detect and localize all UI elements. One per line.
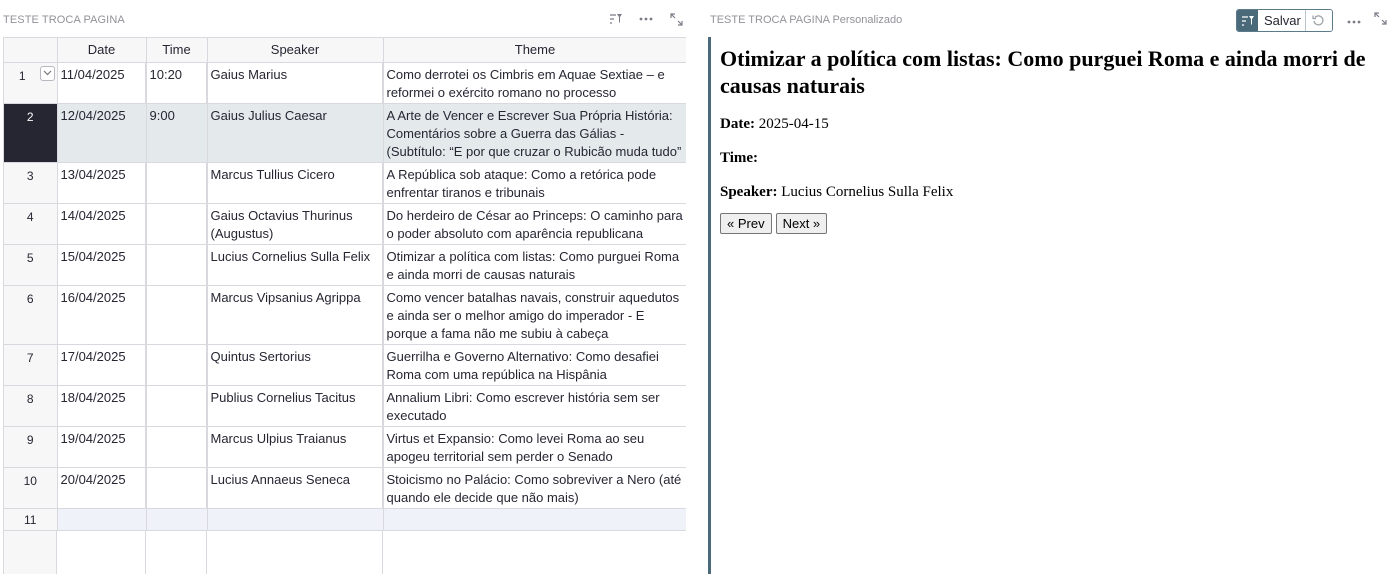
cell-theme[interactable]: Como derrotei os Cimbris em Aquae Sextia… bbox=[383, 62, 686, 104]
cell-date[interactable]: 17/04/2025 bbox=[57, 344, 147, 386]
next-button[interactable]: Next » bbox=[775, 213, 828, 234]
save-button[interactable]: Salvar bbox=[1258, 10, 1306, 31]
column-header-theme[interactable]: Theme bbox=[383, 38, 686, 63]
row-number[interactable]: 11 bbox=[4, 508, 58, 531]
cell-date[interactable]: 12/04/2025 bbox=[57, 103, 147, 163]
cell-time[interactable] bbox=[146, 426, 208, 468]
table-row[interactable]: 1 11/04/2025 10:20 Gaius Marius Como der… bbox=[4, 62, 686, 104]
filter-sort-icon[interactable] bbox=[1237, 10, 1258, 31]
save-button-group: Salvar bbox=[1236, 9, 1333, 32]
cell-speaker[interactable]: Gaius Julius Caesar bbox=[207, 103, 384, 163]
row-number[interactable]: 8 bbox=[4, 385, 58, 427]
cell-speaker[interactable]: Publius Cornelius Tacitus bbox=[207, 385, 384, 427]
cell-speaker[interactable]: Marcus Vipsanius Agrippa bbox=[207, 285, 384, 345]
row-number[interactable]: 7 bbox=[4, 344, 58, 386]
cell-time[interactable] bbox=[146, 244, 208, 286]
cell-time[interactable]: 10:20 bbox=[146, 62, 208, 104]
cell-speaker[interactable]: Quintus Sertorius bbox=[207, 344, 384, 386]
cell-theme[interactable]: A República sob ataque: Como a retórica … bbox=[383, 162, 686, 204]
table-row[interactable]: 4 14/04/2025 Gaius Octavius Thurinus (Au… bbox=[4, 203, 686, 245]
row-number[interactable]: 3 bbox=[4, 162, 58, 204]
cell-time[interactable] bbox=[146, 467, 208, 509]
cell-theme[interactable]: Do herdeiro de César ao Princeps: O cami… bbox=[383, 203, 686, 245]
table-row[interactable]: 5 15/04/2025 Lucius Cornelius Sulla Feli… bbox=[4, 244, 686, 286]
row-number[interactable]: 2 bbox=[4, 103, 58, 163]
new-cell[interactable] bbox=[146, 508, 208, 531]
record-heading: Otimizar a política com listas: Como pur… bbox=[720, 46, 1366, 98]
cell-theme[interactable]: A Arte de Vencer e Escrever Sua Própria … bbox=[383, 103, 686, 163]
corner-cell[interactable] bbox=[4, 38, 58, 63]
right-widget-title: TESTE TROCA PAGINA Personalizado bbox=[710, 14, 903, 26]
cell-date[interactable]: 16/04/2025 bbox=[57, 285, 147, 345]
data-grid: Date Time Speaker Theme 1 11/04/2025 10:… bbox=[3, 37, 686, 574]
table-row[interactable]: 2 12/04/2025 9:00 Gaius Julius Caesar A … bbox=[4, 103, 686, 163]
column-header-time[interactable]: Time bbox=[146, 38, 208, 63]
cell-date[interactable]: 11/04/2025 bbox=[57, 62, 147, 104]
left-widget-title: TESTE TROCA PAGINA bbox=[3, 14, 125, 26]
revert-icon[interactable] bbox=[1305, 10, 1332, 31]
cell-speaker[interactable]: Gaius Marius bbox=[207, 62, 384, 104]
cell-theme[interactable]: Virtus et Expansio: Como levei Roma ao s… bbox=[383, 426, 686, 468]
table-row[interactable]: 3 13/04/2025 Marcus Tullius Cicero A Rep… bbox=[4, 162, 686, 204]
cell-speaker[interactable]: Gaius Octavius Thurinus (Augustus) bbox=[207, 203, 384, 245]
cell-speaker[interactable]: Lucius Cornelius Sulla Felix bbox=[207, 244, 384, 286]
cell-speaker[interactable]: Marcus Ulpius Traianus bbox=[207, 426, 384, 468]
table-row[interactable]: 10 20/04/2025 Lucius Annaeus Seneca Stoi… bbox=[4, 467, 686, 509]
cell-time[interactable] bbox=[146, 203, 208, 245]
cell-time[interactable]: 9:00 bbox=[146, 103, 208, 163]
row-number[interactable]: 10 bbox=[4, 467, 58, 509]
row-number[interactable]: 9 bbox=[4, 426, 58, 468]
grid-header-row: Date Time Speaker Theme bbox=[4, 38, 686, 63]
cell-speaker[interactable]: Lucius Annaeus Seneca bbox=[207, 467, 384, 509]
row-number[interactable]: 4 bbox=[4, 203, 58, 245]
cell-date[interactable]: 13/04/2025 bbox=[57, 162, 147, 204]
column-header-speaker[interactable]: Speaker bbox=[207, 38, 384, 63]
speaker-field: Speaker: Lucius Cornelius Sulla Felix bbox=[720, 184, 954, 200]
cell-date[interactable]: 20/04/2025 bbox=[57, 467, 147, 509]
cell-date[interactable]: 15/04/2025 bbox=[57, 244, 147, 286]
cell-time[interactable] bbox=[146, 285, 208, 345]
table-row[interactable]: 6 16/04/2025 Marcus Vipsanius Agrippa Co… bbox=[4, 285, 686, 345]
custom-widget-frame: Otimizar a política com listas: Como pur… bbox=[708, 37, 1394, 574]
row-number[interactable]: 1 bbox=[4, 62, 58, 104]
more-options-icon[interactable] bbox=[638, 12, 654, 26]
table-row[interactable]: 8 18/04/2025 Publius Cornelius Tacitus A… bbox=[4, 385, 686, 427]
cell-date[interactable]: 14/04/2025 bbox=[57, 203, 147, 245]
new-row[interactable]: 11 bbox=[4, 508, 686, 531]
pagination: « Prev Next » bbox=[720, 213, 1385, 234]
date-field: Date: 2025-04-15 bbox=[720, 116, 829, 132]
left-widget: TESTE TROCA PAGINA Date Time Speaker The… bbox=[0, 0, 690, 574]
row-number[interactable]: 5 bbox=[4, 244, 58, 286]
right-widget: TESTE TROCA PAGINA Personalizado Salvar … bbox=[706, 0, 1396, 574]
cell-theme[interactable]: Guerrilha e Governo Alternativo: Como de… bbox=[383, 344, 686, 386]
cell-time[interactable] bbox=[146, 385, 208, 427]
row-number[interactable]: 6 bbox=[4, 285, 58, 345]
cell-time[interactable] bbox=[146, 344, 208, 386]
left-widget-header: TESTE TROCA PAGINA bbox=[0, 0, 690, 38]
cell-date[interactable]: 19/04/2025 bbox=[57, 426, 147, 468]
table-row[interactable]: 7 17/04/2025 Quintus Sertorius Guerrilha… bbox=[4, 344, 686, 386]
expand-icon[interactable] bbox=[1374, 12, 1387, 28]
table-row[interactable]: 9 19/04/2025 Marcus Ulpius Traianus Virt… bbox=[4, 426, 686, 468]
more-options-icon[interactable] bbox=[1347, 12, 1361, 27]
new-cell[interactable] bbox=[207, 508, 384, 531]
cell-time[interactable] bbox=[146, 162, 208, 204]
cell-theme[interactable]: Otimizar a política com listas: Como pur… bbox=[383, 244, 686, 286]
chevron-down-icon[interactable] bbox=[39, 65, 55, 81]
cell-speaker[interactable]: Marcus Tullius Cicero bbox=[207, 162, 384, 204]
filter-sort-icon[interactable] bbox=[608, 12, 624, 26]
expand-icon[interactable] bbox=[668, 12, 684, 26]
cell-date[interactable]: 18/04/2025 bbox=[57, 385, 147, 427]
new-cell[interactable] bbox=[57, 508, 147, 531]
column-header-date[interactable]: Date bbox=[57, 38, 147, 63]
cell-theme[interactable]: Annalium Libri: Como escrever história s… bbox=[383, 385, 686, 427]
new-cell[interactable] bbox=[383, 508, 686, 531]
cell-theme[interactable]: Stoicismo no Palácio: Como sobreviver a … bbox=[383, 467, 686, 509]
cell-theme[interactable]: Como vencer batalhas navais, construir a… bbox=[383, 285, 686, 345]
time-field: Time: bbox=[720, 150, 759, 166]
prev-button[interactable]: « Prev bbox=[720, 213, 772, 234]
